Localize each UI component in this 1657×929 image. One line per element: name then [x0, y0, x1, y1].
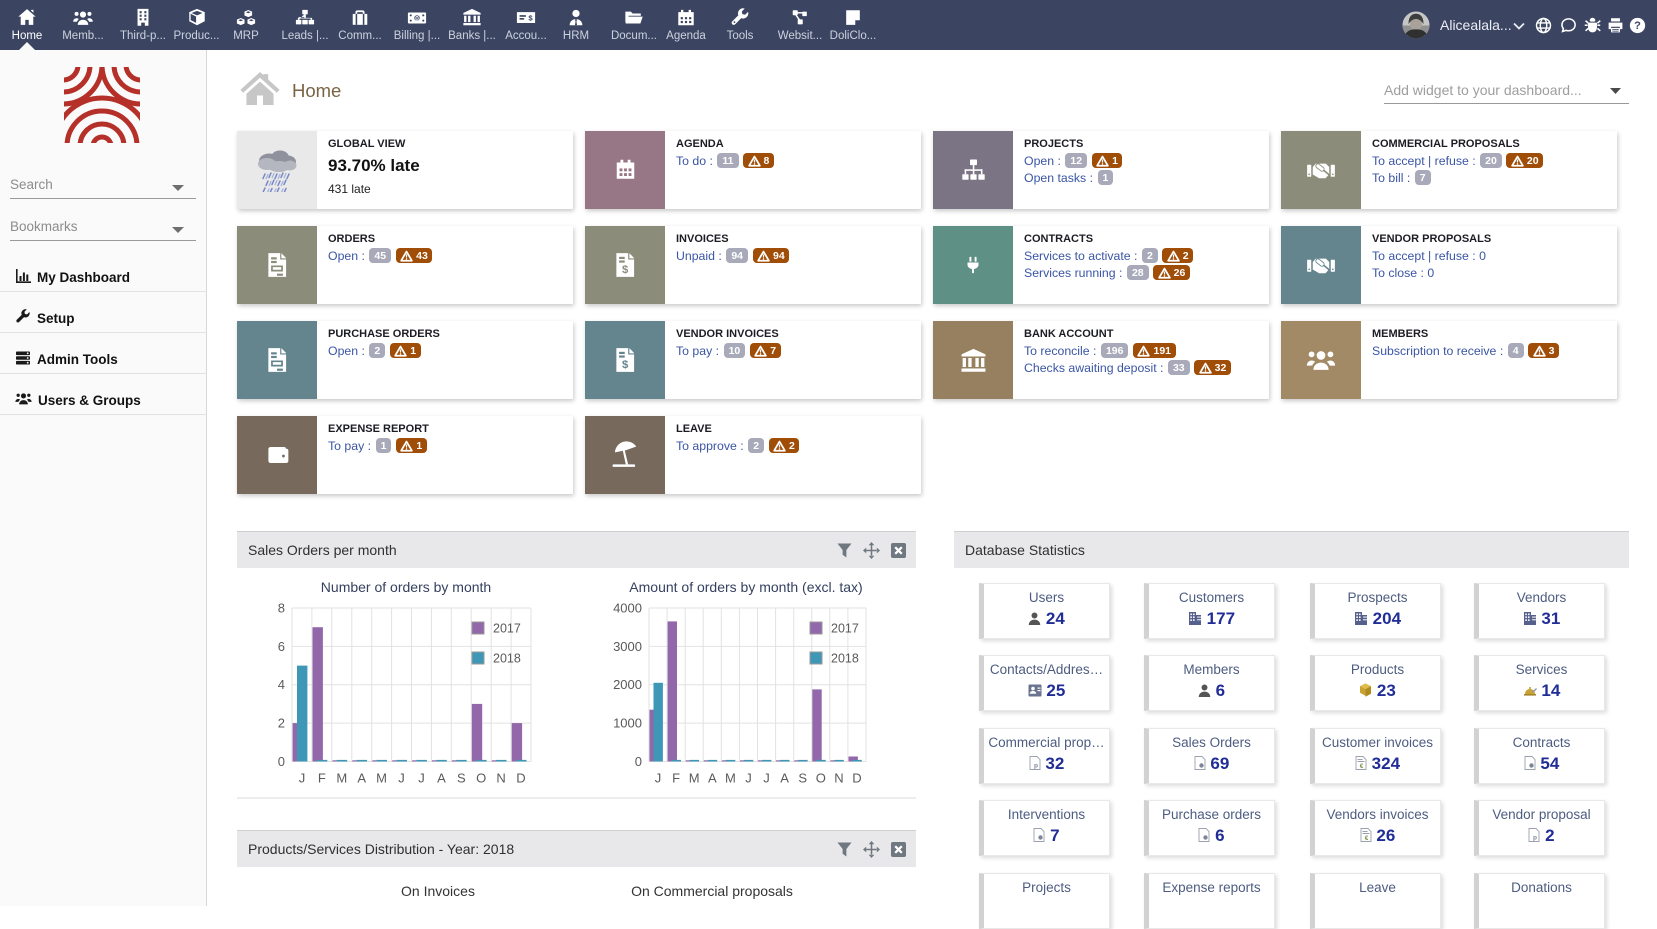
svg-text:€: €	[1364, 835, 1368, 842]
svg-text:p: p	[1533, 835, 1537, 842]
svg-text:J: J	[745, 771, 752, 786]
svg-text:J: J	[763, 771, 770, 786]
svg-text:N: N	[496, 771, 505, 786]
svg-text:M: M	[725, 771, 736, 786]
svg-text:1000: 1000	[613, 716, 642, 731]
svg-text:2017: 2017	[831, 622, 859, 636]
svg-text:0: 0	[278, 754, 285, 769]
svg-text:Number of orders by month: Number of orders by month	[321, 579, 491, 595]
svg-text:F: F	[318, 771, 326, 786]
svg-text:€: €	[1360, 763, 1364, 770]
svg-text:8: 8	[278, 601, 285, 616]
svg-text:O: O	[476, 771, 486, 786]
svg-text:2000: 2000	[613, 677, 642, 692]
svg-text:A: A	[437, 771, 446, 786]
svg-text:M: M	[376, 771, 387, 786]
svg-text:N: N	[834, 771, 843, 786]
svg-text:2017: 2017	[493, 622, 521, 636]
svg-text:A: A	[708, 771, 717, 786]
svg-text:3000: 3000	[613, 639, 642, 654]
svg-text:D: D	[516, 771, 525, 786]
svg-text:2018: 2018	[831, 652, 859, 666]
svg-text:A: A	[780, 771, 789, 786]
svg-text:F: F	[672, 771, 680, 786]
svg-text:J: J	[299, 771, 306, 786]
svg-text:S: S	[798, 771, 807, 786]
svg-text:M: M	[336, 771, 347, 786]
svg-text:Amount of orders by month (exc: Amount of orders by month (excl. tax)	[629, 579, 862, 595]
svg-text:4: 4	[278, 677, 285, 692]
svg-text:S: S	[457, 771, 466, 786]
svg-text:D: D	[852, 771, 861, 786]
svg-text:2: 2	[278, 716, 285, 731]
svg-text:J: J	[398, 771, 405, 786]
svg-text:p: p	[1034, 762, 1038, 769]
svg-text:J: J	[418, 771, 425, 786]
svg-text:O: O	[816, 771, 826, 786]
svg-text:6: 6	[278, 639, 285, 654]
svg-text:J: J	[655, 771, 662, 786]
svg-text:M: M	[689, 771, 700, 786]
svg-text:A: A	[357, 771, 366, 786]
svg-text:4000: 4000	[613, 601, 642, 616]
svg-text:0: 0	[635, 754, 642, 769]
svg-text:2018: 2018	[493, 652, 521, 666]
